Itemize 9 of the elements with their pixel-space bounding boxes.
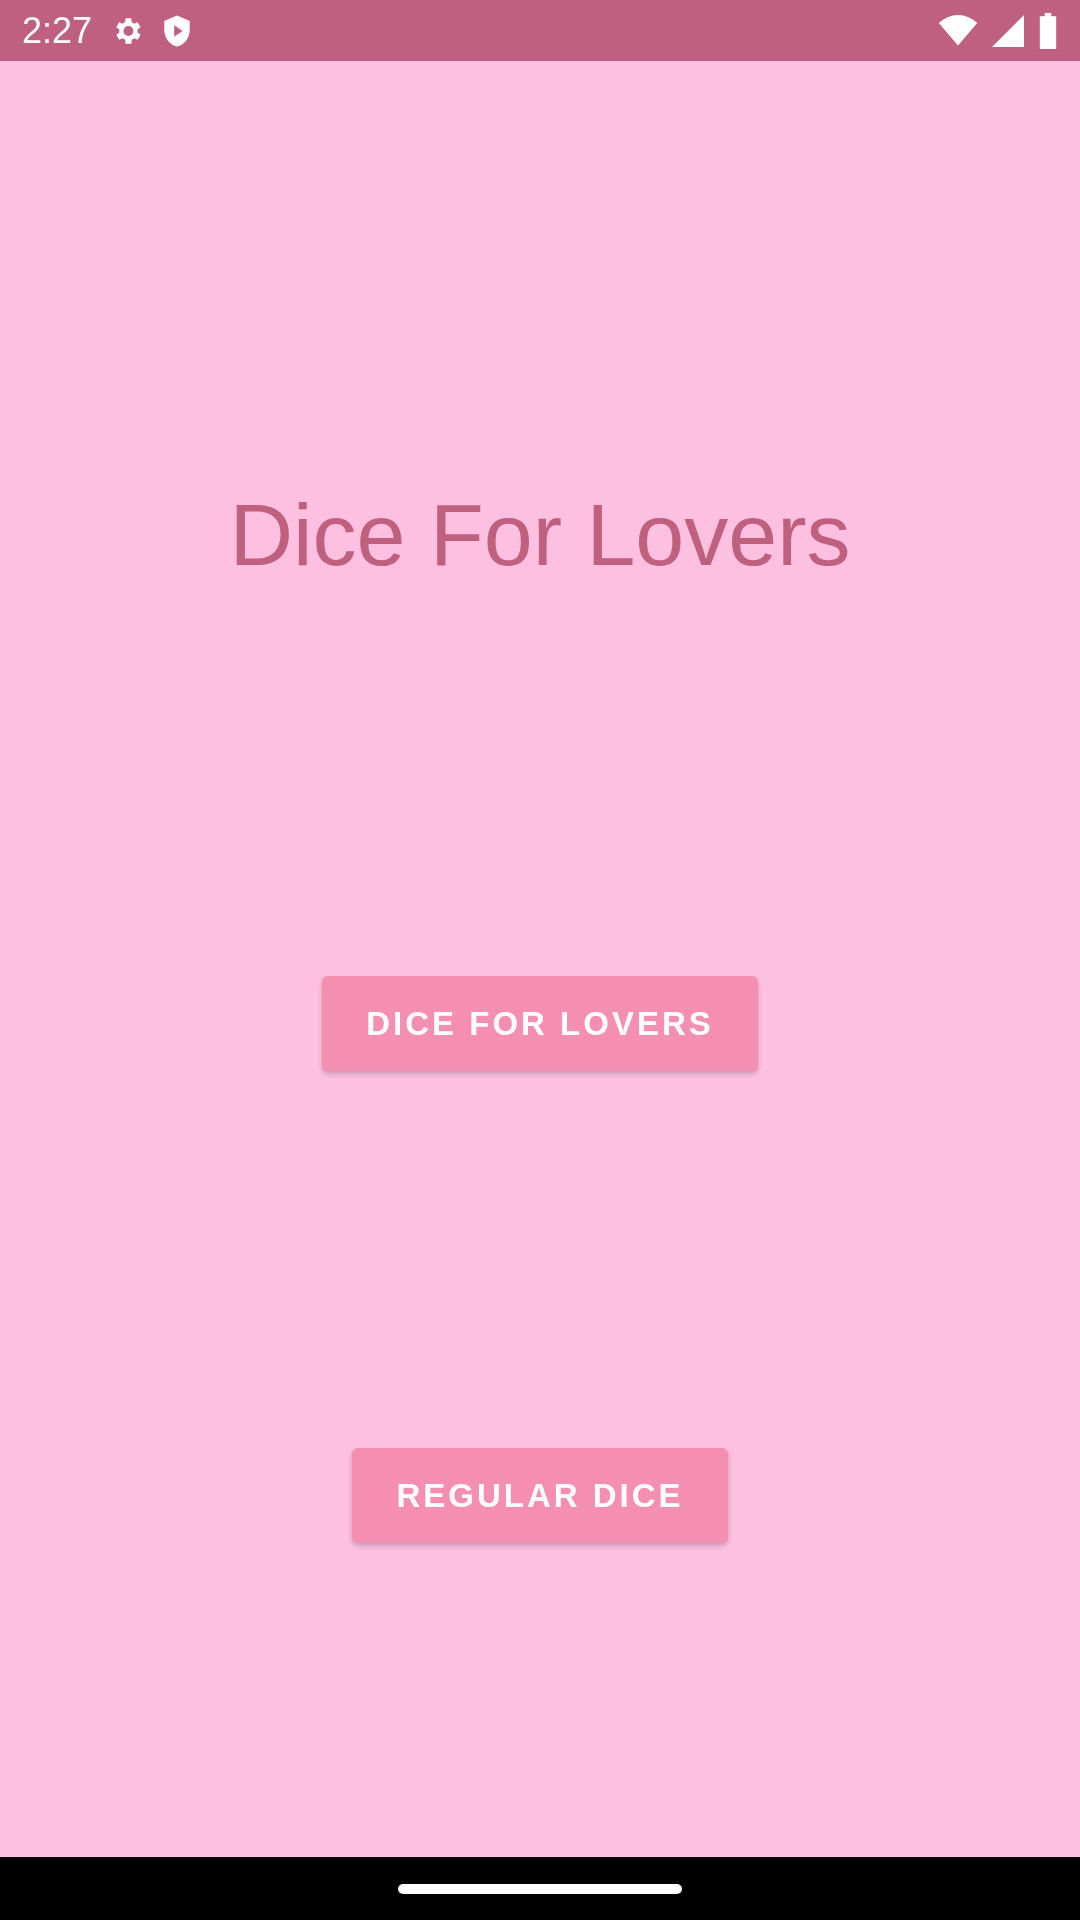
dice-button[interactable]: REGULAR DICE: [352, 1448, 728, 1543]
home-indicator[interactable]: [398, 1883, 682, 1894]
dice-button[interactable]: DICE FOR LOVERS: [322, 976, 758, 1071]
wifi-icon: [938, 14, 978, 47]
app-title: Dice For Lovers: [229, 491, 851, 579]
status-time: 2:27: [22, 9, 93, 52]
battery-icon: [1038, 12, 1058, 49]
shield-icon: [162, 13, 193, 48]
signal-icon: [992, 14, 1024, 47]
